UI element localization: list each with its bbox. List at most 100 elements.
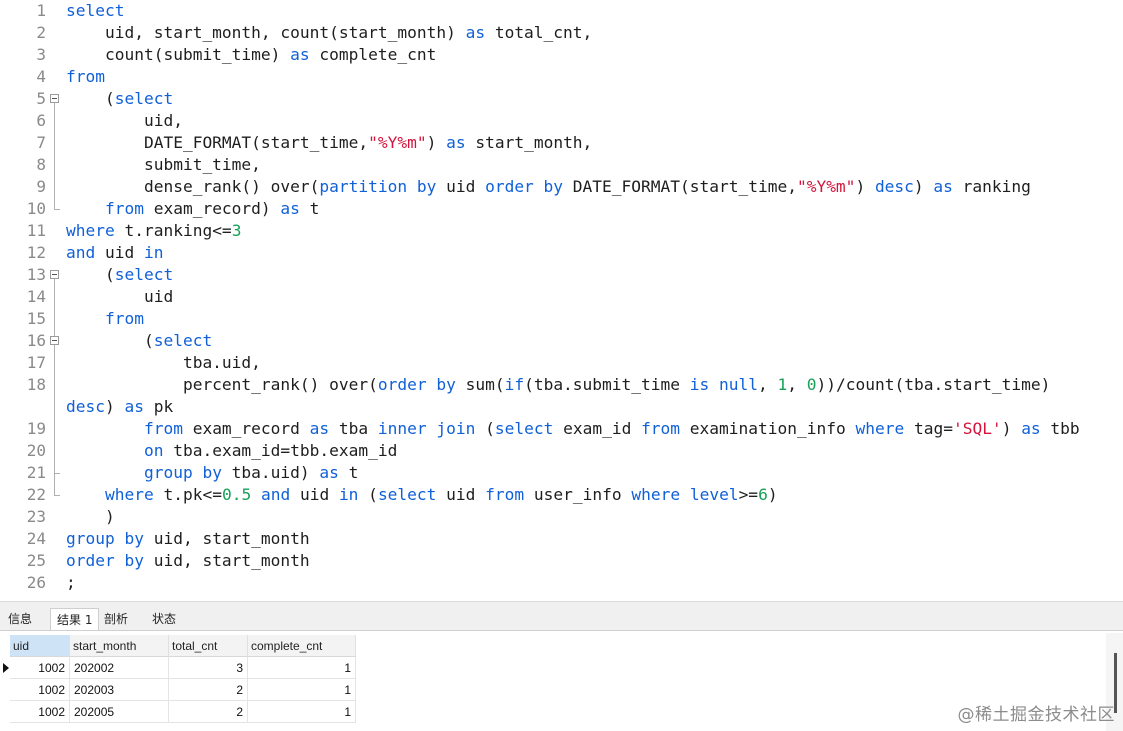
code-line[interactable]: 26; bbox=[0, 572, 1123, 594]
line-number: 5 bbox=[36, 89, 46, 108]
cell-complete-cnt[interactable]: 1 bbox=[248, 701, 356, 723]
cell-uid[interactable]: 1002 bbox=[10, 657, 70, 679]
code-text[interactable]: submit_time, bbox=[66, 154, 261, 176]
code-text[interactable]: tba.uid, bbox=[66, 352, 261, 374]
fold-guide bbox=[54, 103, 55, 209]
column-header-start-month[interactable]: start_month bbox=[70, 635, 169, 657]
fold-guide-end bbox=[54, 473, 60, 474]
line-number: 17 bbox=[26, 353, 46, 372]
code-line[interactable]: 8 submit_time, bbox=[0, 154, 1123, 176]
cell-uid[interactable]: 1002 bbox=[10, 679, 70, 701]
watermark-text: @稀土掘金技术社区 bbox=[957, 705, 1115, 725]
code-line[interactable]: 1 select bbox=[0, 0, 1123, 22]
line-number: 18 bbox=[26, 375, 46, 394]
table-row[interactable]: 1002 202005 2 1 bbox=[0, 701, 360, 723]
line-number: 20 bbox=[26, 441, 46, 460]
code-line[interactable]: 19 from exam_record as tba inner join (s… bbox=[0, 418, 1123, 440]
code-line[interactable]: 25 order by uid, start_month bbox=[0, 550, 1123, 572]
cell-total-cnt[interactable]: 2 bbox=[169, 679, 248, 701]
code-text[interactable]: from bbox=[66, 66, 105, 88]
table-row[interactable]: 1002 202002 3 1 bbox=[0, 657, 360, 679]
line-number: 14 bbox=[26, 287, 46, 306]
code-line[interactable]: 12 and uid in bbox=[0, 242, 1123, 264]
line-number: 6 bbox=[36, 111, 46, 130]
code-text[interactable]: from exam_record as tba inner join (sele… bbox=[66, 418, 1080, 440]
fold-toggle-icon[interactable] bbox=[50, 270, 59, 279]
line-number: 15 bbox=[26, 309, 46, 328]
tab-profile[interactable]: 剖析 bbox=[98, 608, 134, 630]
code-text[interactable]: ; bbox=[66, 572, 76, 594]
code-line[interactable]: 18 percent_rank() over(order by sum(if(t… bbox=[0, 374, 1123, 396]
sql-editor[interactable]: 1 select 2 uid, start_month, count(start_m… bbox=[0, 0, 1123, 600]
code-text[interactable]: (select bbox=[66, 88, 173, 110]
code-line[interactable]: 21 group by tba.uid) as t bbox=[0, 462, 1123, 484]
column-header-complete-cnt[interactable]: complete_cnt bbox=[248, 635, 356, 657]
fold-toggle-icon[interactable] bbox=[50, 94, 59, 103]
code-text[interactable]: select bbox=[66, 0, 124, 22]
code-text[interactable]: where t.pk<=0.5 and uid in (select uid f… bbox=[66, 484, 778, 506]
line-number: 12 bbox=[26, 243, 46, 262]
tab-status[interactable]: 状态 bbox=[146, 608, 182, 630]
line-number: 13 bbox=[26, 265, 46, 284]
code-line[interactable]: 20 on tba.exam_id=tbb.exam_id bbox=[0, 440, 1123, 462]
code-text[interactable]: and uid in bbox=[66, 242, 163, 264]
code-text[interactable]: desc) as pk bbox=[66, 396, 173, 418]
code-text[interactable]: ) bbox=[66, 506, 115, 528]
cell-start-month[interactable]: 202003 bbox=[70, 679, 169, 701]
code-line[interactable]: 6 uid, bbox=[0, 110, 1123, 132]
column-header-uid[interactable]: uid bbox=[10, 635, 70, 657]
code-line[interactable]: 10 from exam_record) as t bbox=[0, 198, 1123, 220]
code-line[interactable]: 7 DATE_FORMAT(start_time,"%Y%m") as star… bbox=[0, 132, 1123, 154]
code-line[interactable]: 11 where t.ranking<=3 bbox=[0, 220, 1123, 242]
line-number: 19 bbox=[26, 419, 46, 438]
code-line[interactable]: 13 (select bbox=[0, 264, 1123, 286]
code-line[interactable]: 22 where t.pk<=0.5 and uid in (select ui… bbox=[0, 484, 1123, 506]
code-text[interactable]: order by uid, start_month bbox=[66, 550, 310, 572]
cell-total-cnt[interactable]: 3 bbox=[169, 657, 248, 679]
code-line[interactable]: 17 tba.uid, bbox=[0, 352, 1123, 374]
code-text[interactable]: where t.ranking<=3 bbox=[66, 220, 241, 242]
code-line[interactable]: 4 from bbox=[0, 66, 1123, 88]
code-line[interactable]: 3 count(submit_time) as complete_cnt bbox=[0, 44, 1123, 66]
code-text[interactable]: (select bbox=[66, 264, 173, 286]
code-line[interactable]: 2 uid, start_month, count(start_month) a… bbox=[0, 22, 1123, 44]
fold-toggle-icon[interactable] bbox=[50, 336, 59, 345]
cell-complete-cnt[interactable]: 1 bbox=[248, 657, 356, 679]
code-text[interactable]: group by uid, start_month bbox=[66, 528, 310, 550]
code-text[interactable]: uid, bbox=[66, 110, 183, 132]
code-text[interactable]: (select bbox=[66, 330, 212, 352]
cell-uid[interactable]: 1002 bbox=[10, 701, 70, 723]
line-number: 16 bbox=[26, 331, 46, 350]
cell-start-month[interactable]: 202002 bbox=[70, 657, 169, 679]
cell-complete-cnt[interactable]: 1 bbox=[248, 679, 356, 701]
code-text[interactable]: on tba.exam_id=tbb.exam_id bbox=[66, 440, 397, 462]
line-number: 2 bbox=[36, 23, 46, 42]
cell-start-month[interactable]: 202005 bbox=[70, 701, 169, 723]
line-number: 8 bbox=[36, 155, 46, 174]
code-text[interactable]: from bbox=[66, 308, 144, 330]
code-line[interactable]: 14 uid bbox=[0, 286, 1123, 308]
code-text[interactable]: dense_rank() over(partition by uid order… bbox=[66, 176, 1031, 198]
tab-result-1[interactable]: 结果 1 bbox=[50, 608, 100, 630]
column-header-total-cnt[interactable]: total_cnt bbox=[169, 635, 248, 657]
result-grid[interactable]: uid start_month total_cnt complete_cnt 1… bbox=[0, 631, 1123, 731]
cell-total-cnt[interactable]: 2 bbox=[169, 701, 248, 723]
code-text[interactable]: count(submit_time) as complete_cnt bbox=[66, 44, 436, 66]
code-text[interactable]: percent_rank() over(order by sum(if(tba.… bbox=[66, 374, 1050, 396]
code-line[interactable]: 15 from bbox=[0, 308, 1123, 330]
code-text[interactable]: uid bbox=[66, 286, 173, 308]
code-text[interactable]: DATE_FORMAT(start_time,"%Y%m") as start_… bbox=[66, 132, 592, 154]
code-line[interactable]: 9 dense_rank() over(partition by uid ord… bbox=[0, 176, 1123, 198]
code-line[interactable]: 24 group by uid, start_month bbox=[0, 528, 1123, 550]
code-line[interactable]: desc) as pk bbox=[0, 396, 1123, 418]
code-line[interactable]: 5 (select bbox=[0, 88, 1123, 110]
code-text[interactable]: uid, start_month, count(start_month) as … bbox=[66, 22, 592, 44]
table-row[interactable]: 1002 202003 2 1 bbox=[0, 679, 360, 701]
line-number: 21 bbox=[26, 463, 46, 482]
code-line[interactable]: 16 (select bbox=[0, 330, 1123, 352]
code-text[interactable]: from exam_record) as t bbox=[66, 198, 319, 220]
line-number: 1 bbox=[36, 1, 46, 20]
code-text[interactable]: group by tba.uid) as t bbox=[66, 462, 358, 484]
code-line[interactable]: 23 ) bbox=[0, 506, 1123, 528]
tab-info[interactable]: 信息 bbox=[2, 608, 38, 630]
